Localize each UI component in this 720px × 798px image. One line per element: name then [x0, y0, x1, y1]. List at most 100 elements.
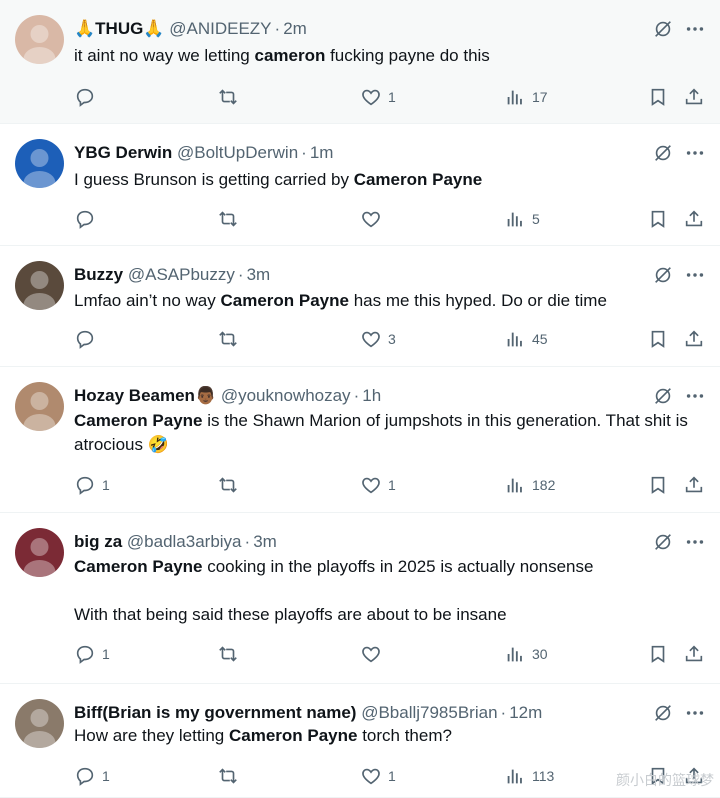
reply-icon — [74, 328, 96, 350]
views-count: 5 — [532, 211, 540, 227]
user-handle[interactable]: @Bballj7985Brian — [361, 703, 497, 722]
reply-button[interactable]: 1 — [74, 642, 110, 666]
reply-count: 1 — [102, 646, 110, 662]
display-name[interactable]: Hozay Beamen — [74, 386, 195, 405]
bookmark-button[interactable] — [647, 207, 669, 231]
tweet[interactable]: 🙏THUG🙏 @ANIDEEZY · 2m it aint no way we let… — [0, 0, 720, 124]
tweet[interactable]: big za @badla3arbiya · 3m Cameron Payne coo… — [0, 513, 720, 684]
bookmark-button[interactable] — [647, 327, 669, 351]
like-button[interactable]: 1 — [360, 85, 396, 109]
like-button[interactable]: 1 — [360, 473, 396, 497]
reply-button[interactable]: 1 — [74, 473, 110, 497]
like-count: 1 — [388, 89, 396, 105]
display-name[interactable]: Biff(Brian is my government name) — [74, 703, 356, 722]
views-count: 182 — [532, 477, 556, 493]
like-button[interactable]: 1 — [360, 764, 396, 788]
views-icon — [504, 208, 526, 230]
reply-button[interactable] — [74, 85, 102, 109]
retweet-button[interactable] — [217, 85, 239, 109]
text-segment: With that being said these playoffs are … — [74, 605, 507, 624]
retweet-icon — [217, 643, 239, 665]
more-icon[interactable] — [684, 385, 706, 407]
bookmark-button[interactable] — [647, 85, 669, 109]
views-button[interactable]: 45 — [504, 327, 548, 351]
like-button[interactable] — [360, 642, 388, 666]
display-name[interactable]: big za — [74, 532, 122, 551]
reply-button[interactable] — [74, 207, 102, 231]
tweet-actions: 1 30 — [74, 642, 706, 666]
like-button[interactable]: 3 — [360, 327, 396, 351]
grok-icon[interactable] — [652, 702, 674, 724]
user-handle[interactable]: @youknowhozay — [221, 386, 351, 405]
more-icon[interactable] — [684, 531, 706, 553]
tweet[interactable]: Hozay Beamen👨🏾 @youknowhozay · 1h Cameron P… — [0, 367, 720, 513]
reply-button[interactable]: 1 — [74, 764, 110, 788]
bookmark-button[interactable] — [647, 473, 669, 497]
avatar[interactable] — [15, 382, 64, 431]
reply-icon — [74, 86, 96, 108]
retweet-button[interactable] — [217, 764, 239, 788]
avatar[interactable] — [15, 699, 64, 748]
reply-button[interactable] — [74, 327, 102, 351]
tweet-header: YBG Derwin @BoltUpDerwin · 1m — [74, 141, 333, 165]
like-button[interactable] — [360, 207, 388, 231]
views-button[interactable]: 182 — [504, 473, 555, 497]
share-button[interactable] — [683, 642, 705, 666]
display-name[interactable]: 🙏THUG🙏 — [74, 19, 165, 38]
views-button[interactable]: 113 — [504, 764, 554, 788]
views-icon — [504, 765, 526, 787]
avatar[interactable] — [15, 139, 64, 188]
display-name[interactable]: Buzzy — [74, 265, 123, 284]
retweet-button[interactable] — [217, 642, 239, 666]
display-name[interactable]: YBG Derwin — [74, 143, 172, 162]
retweet-icon — [217, 765, 239, 787]
retweet-button[interactable] — [217, 207, 239, 231]
more-icon[interactable] — [684, 18, 706, 40]
separator-dot: · — [237, 265, 244, 284]
bookmark-button[interactable] — [647, 642, 669, 666]
retweet-button[interactable] — [217, 327, 239, 351]
user-handle[interactable]: @badla3arbiya — [127, 532, 242, 551]
tweet[interactable]: YBG Derwin @BoltUpDerwin · 1m I guess Bruns… — [0, 124, 720, 246]
timestamp[interactable]: 3m — [247, 265, 271, 284]
more-icon[interactable] — [684, 702, 706, 724]
timestamp[interactable]: 12m — [509, 703, 542, 722]
timestamp[interactable]: 1h — [362, 386, 381, 405]
timestamp[interactable]: 2m — [283, 19, 307, 38]
more-icon[interactable] — [684, 264, 706, 286]
timestamp[interactable]: 3m — [253, 532, 277, 551]
user-handle[interactable]: @BoltUpDerwin — [177, 143, 298, 162]
tweet-text: Lmfao ain’t no way Cameron Payne has me … — [74, 289, 706, 313]
avatar[interactable] — [15, 261, 64, 310]
views-button[interactable]: 5 — [504, 207, 540, 231]
share-button[interactable] — [683, 473, 705, 497]
grok-icon[interactable] — [652, 264, 674, 286]
timestamp[interactable]: 1m — [310, 143, 334, 162]
share-button[interactable] — [683, 207, 705, 231]
grok-icon[interactable] — [652, 531, 674, 553]
text-segment: Lmfao ain’t no way — [74, 291, 221, 310]
views-button[interactable]: 30 — [504, 642, 548, 666]
share-icon — [683, 474, 705, 496]
grok-icon[interactable] — [652, 142, 674, 164]
grok-icon[interactable] — [652, 385, 674, 407]
share-button[interactable] — [683, 85, 705, 109]
tweet[interactable]: Buzzy @ASAPbuzzy · 3m Lmfao ain’t no way Ca… — [0, 246, 720, 367]
views-button[interactable]: 17 — [504, 85, 548, 109]
tweet-paragraph: Cameron Payne is the Shawn Marion of jum… — [74, 409, 706, 457]
user-handle[interactable]: @ASAPbuzzy — [128, 265, 235, 284]
avatar[interactable] — [15, 528, 64, 577]
grok-icon[interactable] — [652, 18, 674, 40]
tweet-top-actions — [652, 264, 706, 286]
tweet[interactable]: Biff(Brian is my government name) @Bball… — [0, 684, 720, 798]
reply-icon — [74, 765, 96, 787]
avatar[interactable] — [15, 15, 64, 64]
retweet-button[interactable] — [217, 473, 239, 497]
separator-dot: · — [274, 19, 281, 38]
like-icon — [360, 765, 382, 787]
user-handle[interactable]: @ANIDEEZY — [169, 19, 271, 38]
more-icon[interactable] — [684, 142, 706, 164]
share-button[interactable] — [683, 327, 705, 351]
tweet-actions: 1 17 — [74, 85, 706, 109]
views-count: 30 — [532, 646, 548, 662]
